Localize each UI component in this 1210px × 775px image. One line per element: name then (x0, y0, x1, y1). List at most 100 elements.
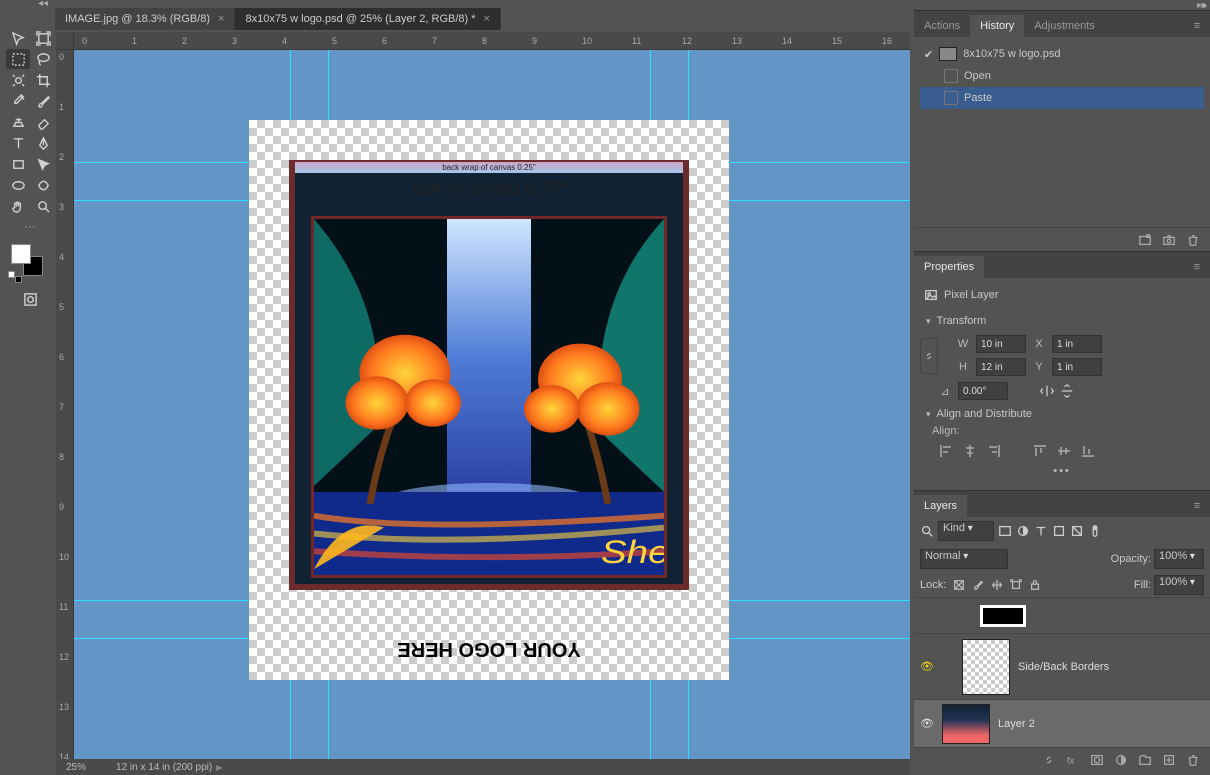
clone-stamp-tool[interactable] (6, 112, 30, 132)
layer-name[interactable]: Layer 2 (998, 718, 1035, 730)
default-colors-icon[interactable] (8, 271, 15, 278)
eraser-tool[interactable] (31, 112, 55, 132)
rect-marquee-tool[interactable] (6, 49, 30, 69)
new-layer-icon[interactable] (1162, 753, 1176, 767)
path-select-tool[interactable] (31, 154, 55, 174)
rectangle-shape-tool[interactable] (6, 154, 30, 174)
lasso-tool[interactable] (31, 49, 55, 69)
height-field[interactable] (976, 358, 1026, 376)
group-icon[interactable] (1138, 753, 1152, 767)
align-vcenter-icon[interactable] (1056, 443, 1072, 459)
camera-icon[interactable] (1162, 233, 1176, 247)
flip-horizontal-icon[interactable] (1040, 384, 1054, 398)
status-menu-icon[interactable]: ▶ (216, 763, 222, 772)
fx-icon[interactable]: fx (1066, 753, 1080, 767)
layer-thumb[interactable] (980, 605, 1026, 627)
ellipse-shape-tool[interactable] (6, 175, 30, 195)
hand-tool[interactable] (6, 196, 30, 216)
eyedropper-tool[interactable] (6, 91, 30, 111)
history-item[interactable]: Open (920, 65, 1204, 87)
lock-position-icon[interactable] (990, 579, 1003, 592)
history-doc-row[interactable]: ✔ 8x10x75 w logo.psd (920, 43, 1204, 65)
panel-menu-icon[interactable]: ≡ (1184, 256, 1210, 278)
close-icon[interactable]: × (218, 13, 224, 25)
fill-field[interactable]: 100% ▾ (1154, 575, 1204, 595)
zoom-level[interactable]: 25% (66, 762, 86, 773)
custom-shape-tool[interactable] (31, 175, 55, 195)
document-tab[interactable]: IMAGE.jpg @ 18.3% (RGB/8) × (55, 8, 235, 30)
layer-row[interactable]: 👁 Layer 2 (914, 699, 1210, 747)
layer-filter-select[interactable]: Kind ▾ (938, 521, 994, 541)
lock-artboard-icon[interactable] (1009, 579, 1022, 592)
document-tab[interactable]: 8x10x75 w logo.psd @ 25% (Layer 2, RGB/8… (235, 8, 501, 30)
quick-select-tool[interactable] (6, 70, 30, 90)
align-left-icon[interactable] (938, 443, 954, 459)
close-icon[interactable]: × (484, 13, 490, 25)
color-swatches[interactable] (5, 243, 49, 283)
lock-pixels-icon[interactable] (971, 579, 984, 592)
extra-tools-icon[interactable]: ⋯ (5, 220, 55, 233)
filter-type-icon[interactable] (1034, 524, 1048, 538)
align-bottom-icon[interactable] (1080, 443, 1096, 459)
artboard-tool[interactable] (31, 28, 55, 48)
blend-mode-select[interactable]: Normal ▾ (920, 549, 1008, 569)
adjustment-icon[interactable] (1114, 753, 1128, 767)
foreground-color-swatch[interactable] (11, 244, 31, 264)
ruler-vertical[interactable]: 0 1 2 3 4 5 6 7 8 9 10 11 12 13 14 (56, 32, 74, 759)
history-item[interactable]: Paste (920, 87, 1204, 109)
trash-icon[interactable] (1186, 753, 1200, 767)
zoom-tool[interactable] (31, 196, 55, 216)
layer-row[interactable]: 👁 Side/Back Borders (914, 633, 1210, 699)
document[interactable]: back wrap of canvas 0.25" side of canvas… (249, 120, 729, 680)
tab-properties[interactable]: Properties (914, 256, 984, 278)
more-options-icon[interactable]: ••• (920, 463, 1204, 483)
lock-transparency-icon[interactable] (952, 579, 965, 592)
section-align[interactable]: Align and Distribute (920, 403, 1204, 425)
opacity-field[interactable]: 100% ▾ (1154, 549, 1204, 569)
link-wh-icon[interactable] (920, 338, 938, 374)
layer-row[interactable] (914, 597, 1210, 633)
collapse-chevrons-icon[interactable]: ◂◂ (38, 0, 48, 9)
pen-tool[interactable] (31, 133, 55, 153)
tab-adjustments[interactable]: Adjustments (1024, 15, 1105, 37)
ruler-origin[interactable] (56, 32, 74, 50)
filter-smart-icon[interactable] (1070, 524, 1084, 538)
filter-pixel-icon[interactable] (998, 524, 1012, 538)
default-colors-icon[interactable] (15, 276, 22, 283)
filter-toggle-icon[interactable] (1088, 524, 1102, 538)
tab-layers[interactable]: Layers (914, 495, 967, 517)
visibility-toggle[interactable]: 👁 (920, 660, 934, 673)
width-field[interactable] (976, 335, 1026, 353)
angle-field[interactable] (958, 382, 1008, 400)
layer-name[interactable]: Side/Back Borders (1018, 661, 1109, 673)
align-hcenter-icon[interactable] (962, 443, 978, 459)
move-tool[interactable] (6, 28, 30, 48)
tab-history[interactable]: History (970, 15, 1024, 37)
align-top-icon[interactable] (1032, 443, 1048, 459)
layer-thumb[interactable] (942, 704, 990, 744)
panel-menu-icon[interactable]: ≡ (1184, 495, 1210, 517)
quick-mask-tool[interactable] (18, 289, 42, 309)
filter-adjust-icon[interactable] (1016, 524, 1030, 538)
new-snapshot-icon[interactable] (1138, 233, 1152, 247)
y-field[interactable] (1052, 358, 1102, 376)
layer-thumb[interactable] (962, 639, 1010, 695)
section-transform[interactable]: Transform (920, 310, 1204, 332)
crop-tool[interactable] (31, 70, 55, 90)
panel-menu-icon[interactable]: ≡ (1184, 15, 1210, 37)
filter-shape-icon[interactable] (1052, 524, 1066, 538)
x-field[interactable] (1052, 335, 1102, 353)
collapse-panels-icon[interactable]: ▸▸ (1197, 0, 1207, 11)
align-right-icon[interactable] (986, 443, 1002, 459)
trash-icon[interactable] (1186, 233, 1200, 247)
canvas-viewport[interactable]: back wrap of canvas 0.25" side of canvas… (74, 50, 910, 759)
type-tool[interactable] (6, 133, 30, 153)
lock-all-icon[interactable] (1028, 579, 1041, 592)
brush-tool[interactable] (31, 91, 55, 111)
tab-actions[interactable]: Actions (914, 15, 970, 37)
ruler-horizontal[interactable]: 0 1 2 3 4 5 6 7 8 9 10 11 12 13 14 15 16 (74, 32, 910, 50)
link-layers-icon[interactable] (1042, 753, 1056, 767)
mask-icon[interactable] (1090, 753, 1104, 767)
flip-vertical-icon[interactable] (1060, 384, 1074, 398)
visibility-toggle[interactable]: 👁 (920, 717, 934, 730)
